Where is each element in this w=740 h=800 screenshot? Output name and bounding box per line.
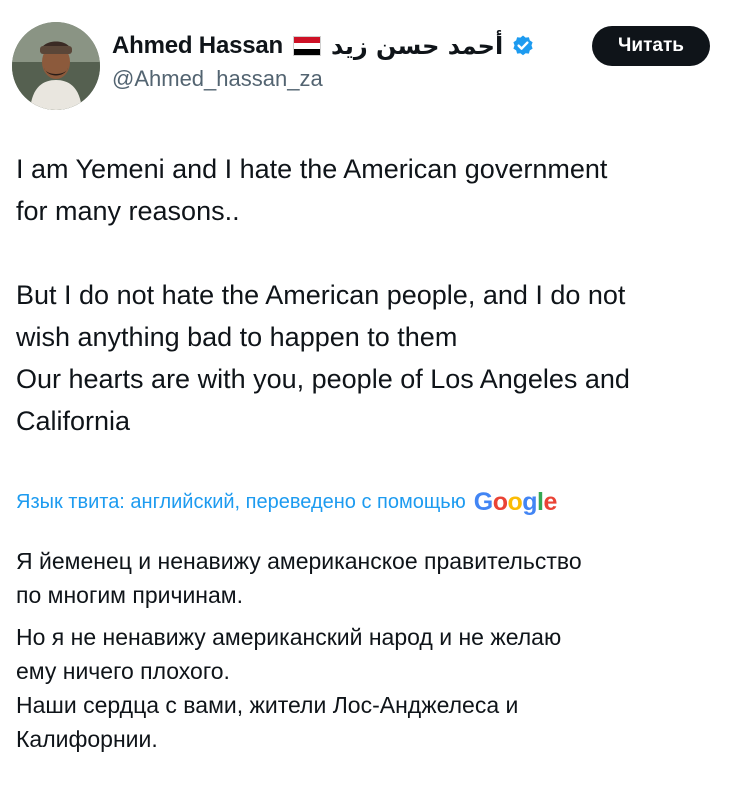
tweet-line: for many reasons.. <box>16 196 240 226</box>
tweet-line: California <box>16 406 131 436</box>
avatar[interactable] <box>12 22 100 110</box>
tweet-line: I am Yemeni and I hate the American gove… <box>16 154 608 184</box>
google-logo: Google <box>473 487 558 516</box>
tweet-line: wish anything bad to happen to them <box>16 322 458 352</box>
translated-line: по многим причинам. <box>16 582 244 608</box>
translated-line: ему ничего плохого. <box>16 658 230 684</box>
translation-attribution[interactable]: Язык твита: английский, переведено с пом… <box>16 486 557 518</box>
translated-line: Наши сердца с вами, жители Лос-Анджелеса… <box>16 692 519 718</box>
translated-line: Я йеменец и ненавижу американское правит… <box>16 548 582 574</box>
avatar-photo <box>12 22 100 110</box>
translated-text: Я йеменец и ненавижу американское правит… <box>16 544 726 756</box>
tweet-header: Ahmed Hassan أحمد حسن زيد @Ahmed_hassan_… <box>0 0 740 115</box>
translation-label[interactable]: Язык твита: английский, переведено с пом… <box>16 491 466 514</box>
author-display-name[interactable]: Ahmed Hassan <box>112 32 283 60</box>
flag-yemen-icon <box>293 36 321 56</box>
verified-badge-icon <box>511 34 535 58</box>
translated-line: Калифорнии. <box>16 726 158 752</box>
tweet-line: Our hearts are with you, people of Los A… <box>16 364 630 394</box>
author-arabic-name[interactable]: أحمد حسن زيد <box>331 32 503 60</box>
tweet-line: But I do not hate the American people, a… <box>16 280 626 310</box>
translated-line: Но я не ненавижу американский народ и не… <box>16 624 562 650</box>
read-button[interactable]: Читать <box>592 26 710 66</box>
author-name-row: Ahmed Hassan أحمد حسن زيد <box>112 28 535 64</box>
author-handle[interactable]: @Ahmed_hassan_za <box>112 66 323 92</box>
tweet-text: I am Yemeni and I hate the American gove… <box>16 148 726 442</box>
